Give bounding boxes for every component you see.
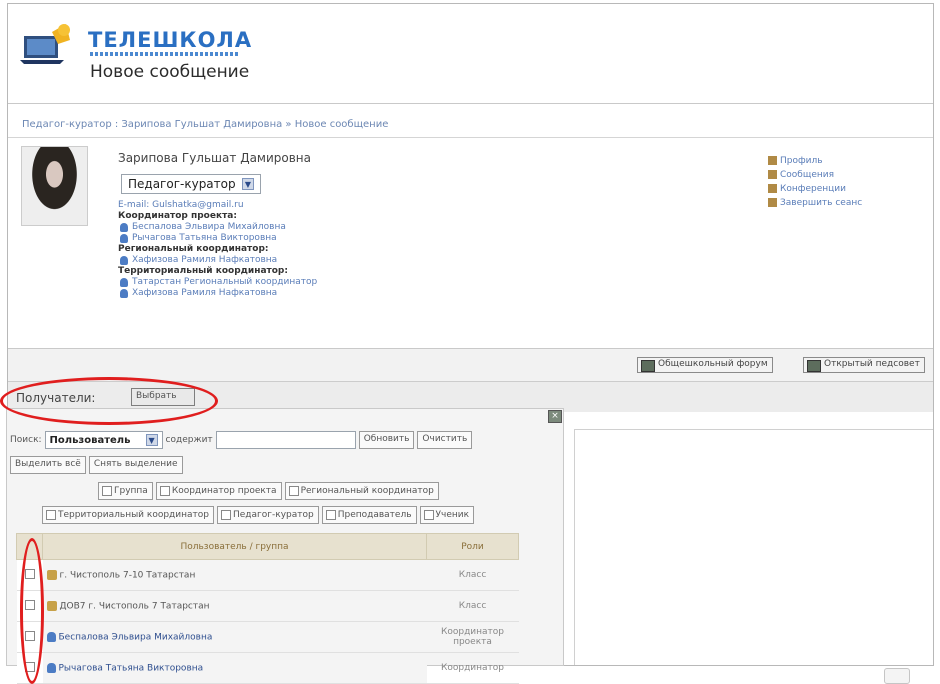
table-header-row: Пользователь / группа Роли (16, 533, 519, 560)
role-select-value: Педагог-куратор (128, 177, 236, 191)
role-cell: Координатор проекта (426, 621, 519, 653)
clear-button[interactable]: Очистить (417, 431, 473, 449)
breadcrumb: Педагог-куратор : Зарипова Гульшат Дамир… (22, 119, 388, 130)
conferences-link[interactable]: Конференции (768, 182, 862, 196)
user-name-text: г. Чистополь 7-10 Татарстан (59, 570, 196, 581)
regional-coord-link[interactable]: Хафизова Рамиля Нафкатовна (118, 255, 317, 266)
checkbox[interactable] (423, 510, 434, 520)
checkbox[interactable] (288, 486, 299, 496)
group-icon (46, 600, 57, 611)
filter-label: Педагог-куратор (233, 510, 314, 520)
group-icon (46, 569, 57, 580)
messages-link[interactable]: Сообщения (768, 168, 862, 182)
users-table: Пользователь / группа Роли г. Чистополь … (16, 533, 519, 684)
filter-teacher-curator[interactable]: Педагог-куратор (217, 506, 319, 524)
territorial-coord-label: Территориальный координатор: (118, 266, 288, 276)
avatar (21, 146, 88, 226)
search-label: Поиск: (10, 435, 42, 445)
checkbox[interactable] (46, 510, 56, 520)
user-name-text: ДОВ7 г. Чистополь 7 Татарстан (59, 601, 210, 612)
role-cell: Класс (426, 590, 519, 622)
page-title: Новое сообщение (90, 62, 250, 82)
refresh-button[interactable]: Обновить (358, 431, 415, 449)
project-coord-label: Координатор проекта: (118, 211, 237, 221)
close-icon[interactable]: × (548, 410, 562, 423)
project-coord-link[interactable]: Беспалова Эльвира Михайловна (118, 222, 317, 233)
telescola-logo-icon (20, 24, 70, 64)
filter-label: Ученик (435, 510, 470, 520)
filter-regional-coordinator[interactable]: Региональный координатор (284, 482, 439, 500)
user-cell[interactable]: ДОВ7 г. Чистополь 7 Татарстан (42, 590, 427, 622)
user-cell[interactable]: Рычагова Татьяна Викторовна (42, 652, 427, 684)
table-row: Беспалова Эльвира Михайловна Координатор… (16, 621, 519, 653)
filter-label: Координатор проекта (171, 486, 277, 496)
role-cell: Координатор (426, 652, 519, 684)
project-coord-link[interactable]: Рычагова Татьяна Викторовна (118, 233, 317, 244)
filter-teacher[interactable]: Преподаватель (321, 506, 417, 524)
checkbox[interactable] (102, 486, 112, 496)
filter-label: Группа (114, 486, 148, 496)
checkbox[interactable] (325, 510, 336, 520)
brand-name[interactable]: ТЕЛЕШКОЛА (88, 28, 252, 52)
role-column-header[interactable]: Роли (426, 533, 519, 560)
filter-territorial-coordinator[interactable]: Территориальный координатор (42, 506, 214, 524)
logout-link[interactable]: Завершить сеанс (768, 196, 862, 210)
filter-label: Территориальный координатор (58, 510, 209, 520)
select-all-button[interactable]: Выделить всё (10, 456, 86, 474)
open-council-button[interactable]: Открытый педсовет (803, 357, 925, 373)
search-type-value: Пользователь (49, 434, 131, 446)
search-input[interactable] (215, 431, 356, 449)
deselect-button[interactable]: Снять выделение (88, 456, 183, 474)
brand-tagline (90, 52, 238, 56)
role-filters-row: Группа Координатор проекта Региональный … (98, 482, 439, 500)
email-text[interactable]: E-mail: Gulshatka@gmail.ru (118, 200, 317, 211)
filter-group[interactable]: Группа (98, 482, 153, 500)
table-row: г. Чистополь 7-10 Татарстан Класс (16, 559, 519, 591)
user-icon (46, 662, 56, 673)
user-info: E-mail: Gulshatka@gmail.ru Координатор п… (118, 200, 317, 299)
filter-student[interactable]: Ученик (419, 506, 475, 524)
search-type-select[interactable]: Пользователь ▼ (44, 431, 163, 449)
breadcrumb-link[interactable]: Педагог-куратор : Зарипова Гульшат Дамир… (22, 119, 388, 130)
regional-coord-label: Региональный координатор: (118, 244, 269, 254)
role-filters-row: Территориальный координатор Педагог-кура… (42, 506, 475, 524)
user-name: Зарипова Гульшат Дамировна (118, 151, 312, 165)
user-icon (46, 631, 56, 642)
message-area[interactable] (574, 429, 933, 665)
role-select[interactable]: Педагог-куратор ▼ (121, 174, 261, 194)
filter-label: Преподаватель (337, 510, 412, 520)
annotation-ellipse-recipients (0, 377, 218, 425)
table-row: ДОВ7 г. Чистополь 7 Татарстан Класс (16, 590, 519, 622)
checkbox[interactable] (159, 486, 170, 496)
table-row: Рычагова Татьяна Викторовна Координатор (16, 652, 519, 684)
user-cell[interactable]: г. Чистополь 7-10 Татарстан (42, 559, 427, 591)
toolbar: Общешкольный форум Открытый педсовет (8, 349, 933, 382)
annotation-ellipse-checkboxes (20, 538, 44, 684)
search-row: Поиск: Пользователь ▼ содержит Обновить … (10, 430, 473, 450)
territorial-coord-link[interactable]: Татарстан Региональный координатор (118, 277, 317, 288)
user-name-text: Рычагова Татьяна Викторовна (58, 663, 204, 674)
filter-project-coordinator[interactable]: Координатор проекта (155, 482, 282, 500)
role-cell: Класс (426, 559, 519, 591)
profile-section: Зарипова Гульшат Дамировна Педагог-курат… (8, 137, 933, 349)
user-cell[interactable]: Беспалова Эльвира Михайловна (42, 621, 427, 653)
side-links: Профиль Сообщения Конференции Завершить … (768, 154, 862, 210)
chevron-down-icon: ▼ (145, 434, 158, 446)
school-forum-button[interactable]: Общешкольный форум (637, 357, 773, 373)
chevron-down-icon: ▼ (242, 178, 254, 190)
page-corner-icon (884, 668, 910, 684)
contains-label: содержит (165, 435, 213, 445)
selection-row: Выделить всё Снять выделение (10, 456, 183, 474)
territorial-coord-link[interactable]: Хафизова Рамиля Нафкатовна (118, 288, 317, 299)
profile-link[interactable]: Профиль (768, 154, 862, 168)
page-header: ТЕЛЕШКОЛА Новое сообщение (8, 4, 933, 104)
checkbox[interactable] (221, 510, 231, 520)
user-name-text: Беспалова Эльвира Михайловна (58, 632, 213, 643)
user-column-header[interactable]: Пользователь / группа (42, 533, 427, 560)
filter-label: Региональный координатор (300, 486, 434, 496)
